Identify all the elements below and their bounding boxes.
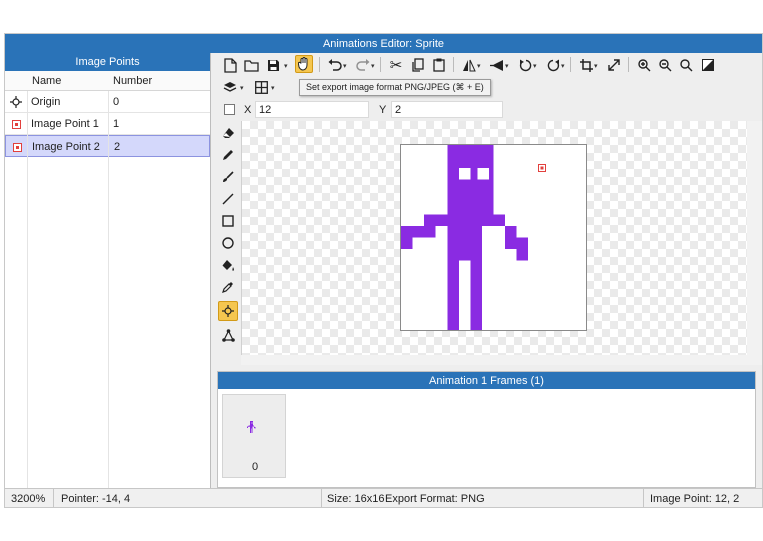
toolbar-separator bbox=[319, 57, 320, 72]
window-title: Animations Editor: Sprite bbox=[322, 37, 445, 50]
zoom-out-icon[interactable] bbox=[656, 56, 674, 74]
image-size: Size: 16x16 bbox=[327, 493, 385, 505]
sprite-canvas[interactable] bbox=[241, 121, 747, 355]
column-divider bbox=[27, 91, 28, 488]
brush-icon[interactable] bbox=[219, 168, 237, 186]
export-format-status: Export Format: PNG bbox=[385, 493, 485, 505]
flip-vertical-icon[interactable] bbox=[488, 56, 506, 74]
copy-icon[interactable] bbox=[408, 56, 426, 74]
coordinates-bar: X Y bbox=[215, 100, 762, 120]
canvas-vertical-scrollbar[interactable] bbox=[747, 121, 762, 365]
chevron-down-icon[interactable]: ▾ bbox=[477, 62, 481, 70]
image-point-name: Image Point 2 bbox=[32, 141, 100, 153]
chevron-down-icon[interactable]: ▾ bbox=[561, 62, 565, 70]
flip-horizontal-icon[interactable] bbox=[460, 56, 478, 74]
new-file-icon[interactable] bbox=[221, 56, 239, 74]
y-label: Y bbox=[379, 104, 387, 116]
zoom-reset-icon[interactable] bbox=[677, 56, 695, 74]
undo-icon[interactable] bbox=[326, 56, 344, 74]
image-point-name: Image Point 1 bbox=[31, 118, 99, 130]
image-point-tool-icon[interactable] bbox=[218, 301, 238, 321]
frames-header: Animation 1 Frames (1) bbox=[218, 372, 755, 389]
y-input[interactable] bbox=[391, 101, 503, 118]
column-header-name[interactable]: Name bbox=[32, 75, 61, 87]
export-format-tooltip: Set export image format PNG/JPEG (⌘ + E) bbox=[299, 79, 491, 96]
x-input[interactable] bbox=[255, 101, 369, 118]
image-points-panel: Image Points Name Number Origin 0 Image … bbox=[5, 53, 211, 488]
line-icon[interactable] bbox=[219, 190, 237, 208]
chevron-down-icon[interactable]: ▾ bbox=[533, 62, 537, 70]
image-point-number: 2 bbox=[114, 141, 121, 153]
toolbar-separator bbox=[628, 57, 629, 72]
zoom-in-icon[interactable] bbox=[635, 56, 653, 74]
tooltip-text: Set export image format PNG/JPEG (⌘ + E) bbox=[306, 82, 484, 92]
frame-number: 0 bbox=[251, 461, 259, 473]
image-point-2-marker[interactable] bbox=[538, 164, 546, 172]
rectangle-icon[interactable] bbox=[219, 212, 237, 230]
frame-preview bbox=[247, 421, 256, 433]
image-points-column-headers: Name Number bbox=[5, 71, 210, 91]
chevron-down-icon[interactable]: ▾ bbox=[240, 84, 244, 92]
image-point-number: 1 bbox=[113, 118, 120, 130]
image-point-number: 0 bbox=[113, 96, 120, 108]
image-point-icon bbox=[10, 118, 22, 130]
export-format-icon[interactable] bbox=[295, 55, 313, 73]
rotate-cw-icon[interactable] bbox=[544, 56, 562, 74]
paste-icon[interactable] bbox=[430, 56, 448, 74]
grid-icon[interactable] bbox=[252, 78, 270, 96]
chevron-down-icon[interactable]: ▾ bbox=[271, 84, 275, 92]
toolbar-separator bbox=[453, 57, 454, 72]
pencil-icon[interactable] bbox=[219, 146, 237, 164]
frames-title: Animation 1 Frames (1) bbox=[429, 374, 544, 387]
chevron-down-icon[interactable]: ▾ bbox=[594, 62, 598, 70]
sprite-pixels bbox=[401, 145, 529, 330]
image-points-title: Image Points bbox=[75, 56, 140, 68]
window-title-bar: Animations Editor: Sprite bbox=[5, 34, 762, 53]
image-points-header: Image Points bbox=[5, 53, 210, 71]
eyedropper-icon[interactable] bbox=[219, 278, 237, 296]
ellipse-icon[interactable] bbox=[219, 234, 237, 252]
layers-icon[interactable] bbox=[221, 78, 239, 96]
open-folder-icon[interactable] bbox=[242, 56, 260, 74]
redo-icon[interactable] bbox=[354, 56, 372, 74]
crop-icon[interactable] bbox=[577, 56, 595, 74]
canvas-horizontal-scrollbar[interactable] bbox=[241, 355, 747, 365]
sprite-image[interactable] bbox=[400, 144, 587, 331]
animations-editor-window: Animations Editor: Sprite Image Points N… bbox=[4, 33, 763, 508]
eraser-icon[interactable] bbox=[219, 124, 237, 142]
rotate-ccw-icon[interactable] bbox=[516, 56, 534, 74]
cut-icon[interactable]: ✂ bbox=[387, 56, 405, 74]
crosshair-icon bbox=[10, 96, 22, 108]
column-divider bbox=[108, 91, 109, 488]
animation-frames-panel: Animation 1 Frames (1) 0 bbox=[217, 371, 756, 488]
zoom-level: 3200% bbox=[11, 493, 46, 505]
mesh-icon[interactable] bbox=[219, 326, 237, 344]
pointer-position: Pointer: -14, 4 bbox=[61, 493, 131, 505]
x-label: X bbox=[244, 104, 252, 116]
image-point-name: Origin bbox=[31, 96, 61, 108]
frame-thumbnail[interactable]: 0 bbox=[222, 394, 286, 478]
chevron-down-icon[interactable]: ▾ bbox=[284, 62, 288, 70]
toolbar-separator bbox=[380, 57, 381, 72]
snap-checkbox[interactable] bbox=[224, 104, 235, 115]
fill-bucket-icon[interactable] bbox=[219, 256, 237, 274]
chevron-down-icon[interactable]: ▾ bbox=[371, 62, 375, 70]
chevron-down-icon[interactable]: ▾ bbox=[505, 62, 509, 70]
column-header-number[interactable]: Number bbox=[113, 75, 152, 87]
toggle-background-icon[interactable] bbox=[699, 56, 717, 74]
toolbar-separator bbox=[570, 57, 571, 72]
drawing-tools bbox=[215, 120, 241, 360]
image-point-icon bbox=[11, 141, 23, 153]
save-icon[interactable] bbox=[264, 56, 282, 74]
image-point-status: Image Point: 12, 2 bbox=[650, 493, 740, 505]
resize-icon[interactable] bbox=[605, 56, 623, 74]
chevron-down-icon[interactable]: ▾ bbox=[343, 62, 347, 70]
status-bar: 3200% Pointer: -14, 4 Size: 16x16 Export… bbox=[5, 488, 762, 507]
